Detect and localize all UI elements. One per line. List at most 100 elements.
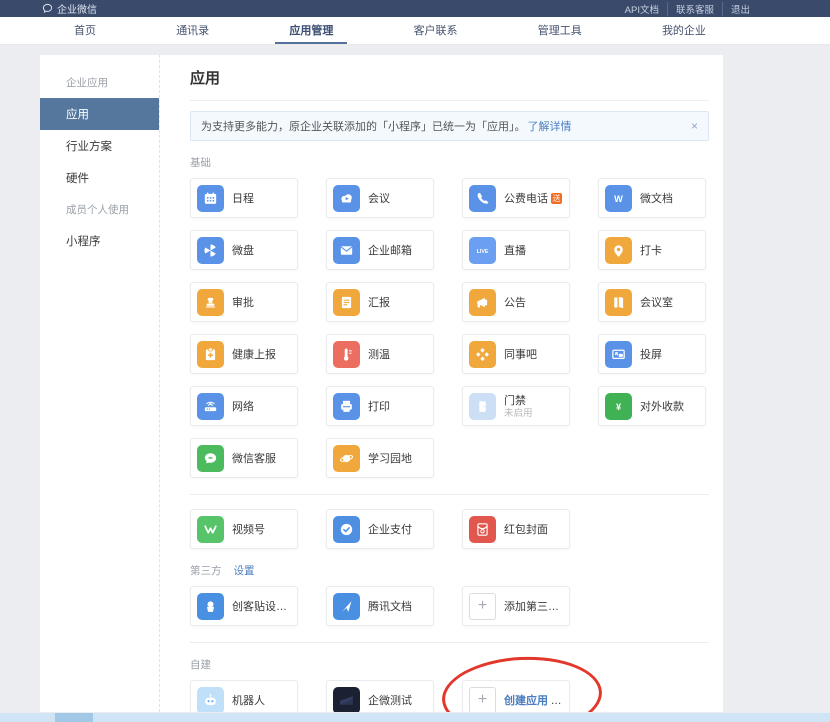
banner-close-icon[interactable]: × [691,120,698,132]
clipboard-icon [197,341,224,368]
section-settings-link[interactable]: 设置 [234,563,255,578]
app-card-label: 企业邮箱 [368,242,412,258]
nav-tab-contacts[interactable]: 通讯录 [162,17,223,44]
app-card-label: 微信客服 [232,450,276,466]
app-card-create-app[interactable]: +创建应用 · 支持小程序 [462,680,570,712]
app-card-qiwei-test[interactable]: 企微测试 [326,680,434,712]
section-label: 第三方 [190,563,222,578]
calendar-icon [197,185,224,212]
app-card-label: 投屏 [640,346,662,362]
megaphone-icon [469,289,496,316]
nav-tab-management-tools[interactable]: 管理工具 [524,17,596,44]
app-card-corp-mail[interactable]: 企业邮箱 [326,230,434,270]
app-card-network[interactable]: 网络 [190,386,298,426]
nav-tab-my-company[interactable]: 我的企业 [648,17,720,44]
page-title: 应用 [190,67,709,101]
phone-icon [469,185,496,212]
banner-text: 为支持更多能力，原企业关联添加的「小程序」已统一为「应用」。 [201,118,526,134]
banner-learn-more-link[interactable]: 了解详情 [528,118,572,134]
app-card-free-call[interactable]: 公费电话送 [462,178,570,218]
app-card-channels[interactable]: 视频号 [190,509,298,549]
main-nav: 首页 通讯录 应用管理 客户联系 管理工具 我的企业 [0,17,830,45]
app-card-door-access[interactable]: 门禁未启用 [462,386,570,426]
app-card-wechat-customer-service[interactable]: 微信客服 [190,438,298,478]
plane-icon [333,593,360,620]
app-card-meeting-room[interactable]: 会议室 [598,282,706,322]
app-card-label: 创建应用 · 支持小程序 [504,692,563,708]
app-card-announcement[interactable]: 公告 [462,282,570,322]
app-card-label: 红包封面 [504,521,548,537]
plus-icon: + [469,593,496,620]
section-header-self-built: 自建 [190,657,709,672]
app-logo[interactable]: 企业微信 [42,1,97,16]
section-label: 自建 [190,657,211,672]
app-card-screen-cast[interactable]: 投屏 [598,334,706,374]
app-card-label: 视频号 [232,521,265,537]
app-card-label: 审批 [232,294,254,310]
app-card-live[interactable]: LIVE直播 [462,230,570,270]
topbar-link-logout[interactable]: 退出 [722,2,758,16]
app-card-chuangketie[interactable]: 创客贴设计网... [190,586,298,626]
paycheck-icon [333,516,360,543]
nav-tab-app-management[interactable]: 应用管理 [275,17,347,44]
app-card-label: 企业支付 [368,521,412,537]
app-card-label: 创客贴设计网... [232,598,291,614]
app-card-schedule[interactable]: 日程 [190,178,298,218]
sidebar-group-header: 企业应用 [40,67,159,98]
app-card-label: 对外收款 [640,398,684,414]
sidebar-item-apps[interactable]: 应用 [40,98,159,130]
app-card-temperature[interactable]: 测温 [326,334,434,374]
app-card-label: 测温 [368,346,390,362]
app-card-label: 打卡 [640,242,662,258]
app-card-label: 微盘 [232,242,254,258]
app-card-label: 添加第三方应用 [504,598,563,614]
report-icon [333,289,360,316]
app-card-label: 汇报 [368,294,390,310]
darkapp-icon [333,687,360,713]
chat-icon [197,445,224,472]
app-card-wedoc[interactable]: W微文档 [598,178,706,218]
app-card-subtitle: 未启用 [504,408,533,419]
thermo-icon [333,341,360,368]
app-card-checkin[interactable]: 打卡 [598,230,706,270]
app-card-health-report[interactable]: 健康上报 [190,334,298,374]
app-grid-featured: 视频号 企业支付 红包封面 [190,509,709,549]
diamonds-icon [469,341,496,368]
section-label: 基础 [190,155,211,170]
sidebar-item-industry-solutions[interactable]: 行业方案 [40,130,159,162]
live-icon: LIVE [469,237,496,264]
app-card-label: 日程 [232,190,254,206]
app-card-report[interactable]: 汇报 [326,282,434,322]
app-card-wedrive[interactable]: 微盘 [190,230,298,270]
app-card-label: 机器人 [232,692,265,708]
planet-icon [333,445,360,472]
app-card-add-third-party[interactable]: + 添加第三方应用 [462,586,570,626]
notice-banner: 为支持更多能力，原企业关联添加的「小程序」已统一为「应用」。 了解详情 × [190,111,709,141]
app-card-corp-pay[interactable]: 企业支付 [326,509,434,549]
app-card-label: 同事吧 [504,346,537,362]
app-card-meeting[interactable]: 会议 [326,178,434,218]
sidebar-item-hardware[interactable]: 硬件 [40,162,159,194]
topbar-link-api-docs[interactable]: API文档 [617,2,667,16]
app-card-robot[interactable]: 机器人 [190,680,298,712]
app-card-label: 会议 [368,190,390,206]
app-card-learning-center[interactable]: 学习园地 [326,438,434,478]
meeting-icon [333,185,360,212]
app-card-red-packet-cover[interactable]: 红包封面 [462,509,570,549]
app-card-label: 会议室 [640,294,673,310]
app-card-collect-payment[interactable]: ¥对外收款 [598,386,706,426]
app-card-approval[interactable]: 审批 [190,282,298,322]
door-faded-icon [469,393,496,420]
door-icon [605,289,632,316]
sidebar-group-header: 成员个人使用 [40,194,159,225]
topbar-link-contact-support[interactable]: 联系客服 [667,2,722,16]
app-card-label: 打印 [368,398,390,414]
sidebar-item-mini-programs[interactable]: 小程序 [40,225,159,257]
app-card-label: 企微测试 [368,692,412,708]
app-card-tencent-docs[interactable]: 腾讯文档 [326,586,434,626]
nav-tab-home[interactable]: 首页 [60,17,110,44]
promo-badge: 送 [551,193,562,204]
app-card-colleague-bar[interactable]: 同事吧 [462,334,570,374]
nav-tab-customer-contact[interactable]: 客户联系 [400,17,472,44]
app-card-print[interactable]: 打印 [326,386,434,426]
